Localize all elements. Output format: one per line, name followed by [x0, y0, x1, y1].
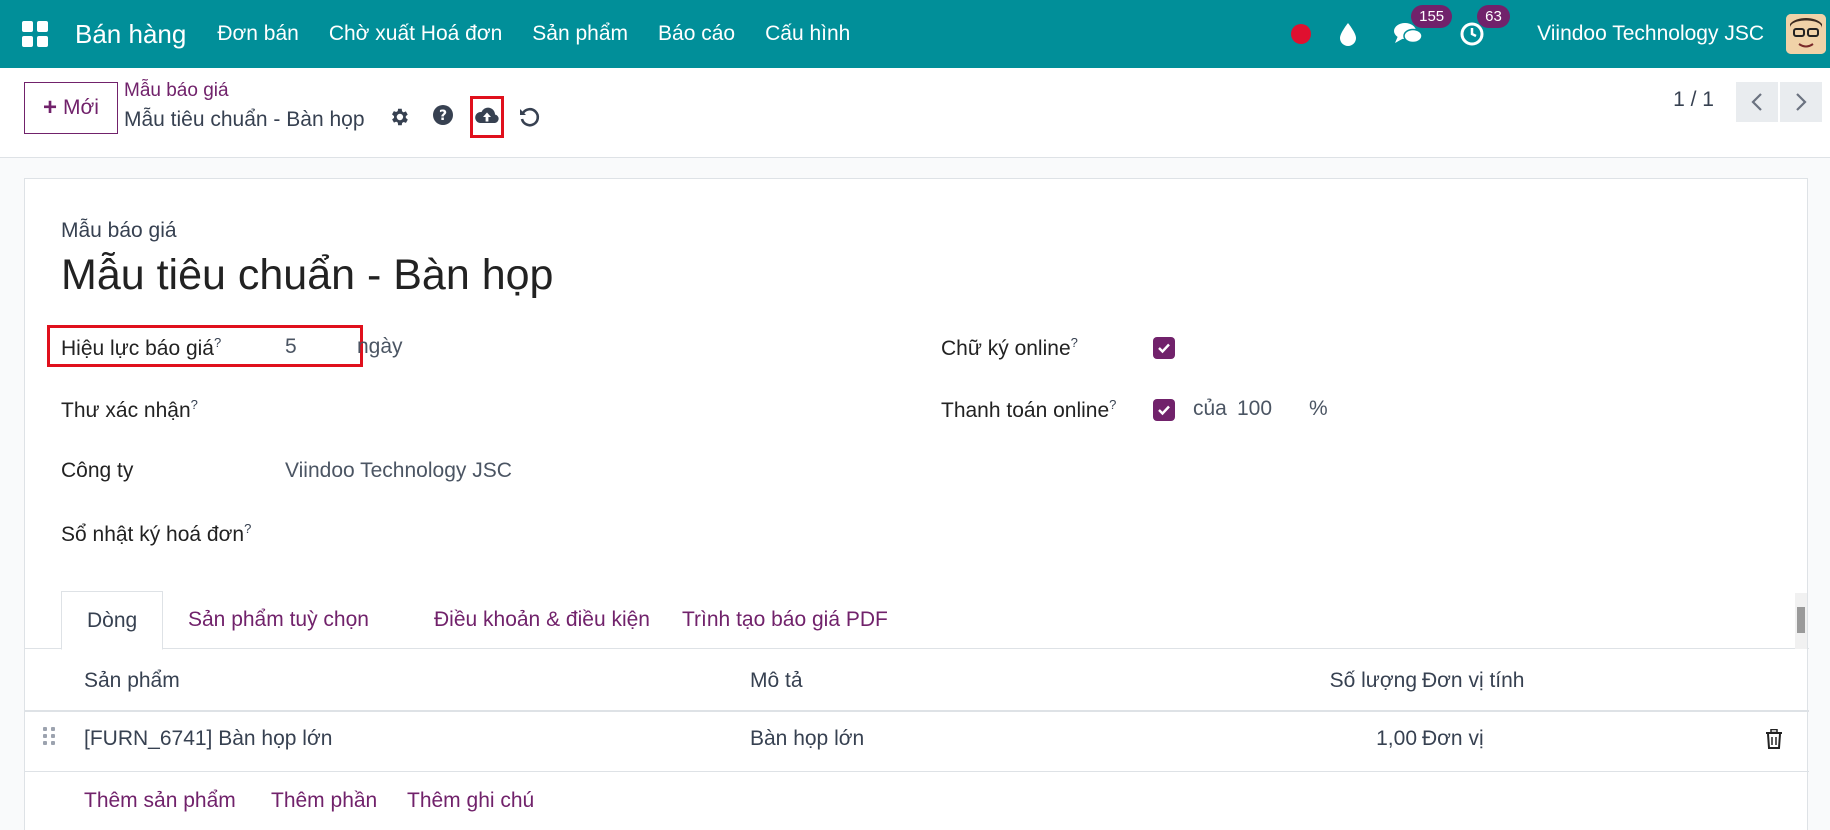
online-payment-label-text: Thanh toán online [941, 399, 1110, 422]
line-uom-cell[interactable]: Đơn vị [1422, 727, 1484, 751]
breadcrumb-current: Mẫu tiêu chuẩn - Bàn họp [124, 108, 365, 131]
validity-unit: ngày [357, 335, 403, 358]
online-signature-help-mark[interactable]: ? [1071, 335, 1078, 350]
user-avatar[interactable] [1786, 14, 1826, 54]
confirmation-mail-label-text: Thư xác nhận [61, 399, 191, 422]
percent-sign: % [1309, 397, 1328, 420]
validity-label: Hiệu lực báo giá? [61, 335, 221, 361]
column-header-uom[interactable]: Đơn vị tính [1422, 669, 1524, 693]
messages-count-badge: 155 [1411, 5, 1453, 28]
pager-previous-button[interactable] [1736, 82, 1778, 122]
pager-next-button[interactable] [1780, 82, 1822, 122]
activities-count-badge: 63 [1477, 5, 1510, 28]
table-row-divider [25, 771, 1809, 772]
top-navbar: Bán hàng Đơn bán Chờ xuất Hoá đơn Sản ph… [0, 0, 1830, 68]
prepayment-percent-input[interactable]: 100 [1237, 397, 1272, 421]
breadcrumb-parent[interactable]: Mẫu báo giá [124, 80, 229, 102]
svg-text:?: ? [439, 108, 447, 124]
trash-icon[interactable] [1765, 728, 1783, 754]
tabs-scrollbar[interactable] [1795, 593, 1807, 649]
online-payment-help-mark[interactable]: ? [1109, 397, 1116, 412]
cloud-upload-save-icon[interactable] [474, 106, 500, 133]
messages-icon[interactable]: 155 [1393, 5, 1453, 47]
payment-of-text: của [1193, 397, 1227, 420]
confirmation-mail-label: Thư xác nhận? [61, 397, 198, 423]
tab-terms-conditions[interactable]: Điều khoản & điều kiện [409, 591, 675, 649]
invoice-journal-help-mark[interactable]: ? [244, 521, 251, 536]
menu-item-products[interactable]: Sản phẩm [532, 22, 628, 46]
column-header-product[interactable]: Sản phẩm [84, 669, 180, 693]
add-product-link[interactable]: Thêm sản phẩm [84, 789, 236, 813]
plus-icon: + [43, 94, 58, 121]
notebook-tabs: Dòng Sản phẩm tuỳ chọn Điều khoản & điều… [25, 591, 1809, 650]
online-signature-label: Chữ ký online? [941, 335, 1078, 361]
discard-undo-icon[interactable] [518, 106, 540, 133]
tab-optional-products[interactable]: Sản phẩm tuỳ chọn [163, 591, 394, 649]
drag-handle-icon[interactable] [43, 727, 55, 745]
validity-help-mark[interactable]: ? [214, 335, 221, 350]
form-sheet: Mẫu báo giá Mẫu tiêu chuẩn - Bàn họp Hiệ… [24, 178, 1809, 830]
pager-value[interactable]: 1 / 1 [1673, 88, 1714, 112]
chevron-left-icon [1751, 93, 1762, 111]
online-signature-label-text: Chữ ký online [941, 337, 1071, 360]
chevron-right-icon [1796, 93, 1807, 111]
record-indicator-icon[interactable] [1291, 24, 1312, 44]
new-button-label: Mới [63, 96, 99, 119]
confirmation-mail-help-mark[interactable]: ? [191, 397, 198, 412]
online-payment-label: Thanh toán online? [941, 397, 1116, 423]
online-signature-checkbox[interactable] [1153, 337, 1175, 359]
validity-days-input[interactable]: 5 [285, 335, 297, 359]
table-header-divider [25, 710, 1809, 712]
tab-lines[interactable]: Dòng [61, 591, 164, 650]
apps-menu-icon[interactable] [22, 21, 48, 47]
company-label: Công ty [61, 459, 134, 482]
control-panel: + Mới Mẫu báo giá Mẫu tiêu chuẩn - Bàn h… [0, 68, 1830, 158]
model-label: Mẫu báo giá [61, 219, 177, 242]
menu-item-reporting[interactable]: Báo cáo [658, 22, 735, 46]
scrollbar-thumb[interactable] [1797, 607, 1805, 633]
menu-item-configuration[interactable]: Cấu hình [765, 22, 850, 46]
app-brand[interactable]: Bán hàng [75, 19, 186, 50]
line-product-cell[interactable]: [FURN_6741] Bàn họp lớn [84, 727, 332, 751]
company-switcher[interactable]: Viindoo Technology JSC [1537, 22, 1764, 46]
menu-item-to-invoice[interactable]: Chờ xuất Hoá đơn [329, 22, 502, 46]
gear-icon[interactable] [388, 106, 410, 133]
drop-icon[interactable] [1339, 22, 1357, 46]
online-payment-checkbox[interactable] [1153, 399, 1175, 421]
add-section-link[interactable]: Thêm phần [271, 789, 377, 813]
add-note-link[interactable]: Thêm ghi chú [407, 789, 534, 813]
column-header-quantity[interactable]: Số lượng [1330, 669, 1417, 693]
tab-pdf-quote-builder[interactable]: Trình tạo báo giá PDF [657, 591, 913, 649]
invoice-journal-label-text: Sổ nhật ký hoá đơn [61, 523, 245, 546]
checkmark-icon [1158, 343, 1170, 354]
line-description-cell[interactable]: Bàn họp lớn [750, 727, 864, 751]
help-icon[interactable]: ? [432, 104, 454, 131]
company-field[interactable]: Viindoo Technology JSC [285, 459, 512, 483]
checkmark-icon [1158, 405, 1170, 416]
validity-label-text: Hiệu lực báo giá [61, 337, 214, 360]
invoice-journal-label: Sổ nhật ký hoá đơn? [61, 521, 251, 547]
line-quantity-cell[interactable]: 1,00 [1376, 727, 1417, 751]
new-button[interactable]: + Mới [24, 82, 118, 134]
activities-clock-icon[interactable]: 63 [1459, 5, 1510, 47]
template-name-field[interactable]: Mẫu tiêu chuẩn - Bàn họp [61, 251, 553, 300]
column-header-description[interactable]: Mô tả [750, 669, 803, 693]
menu-item-orders[interactable]: Đơn bán [217, 22, 299, 46]
